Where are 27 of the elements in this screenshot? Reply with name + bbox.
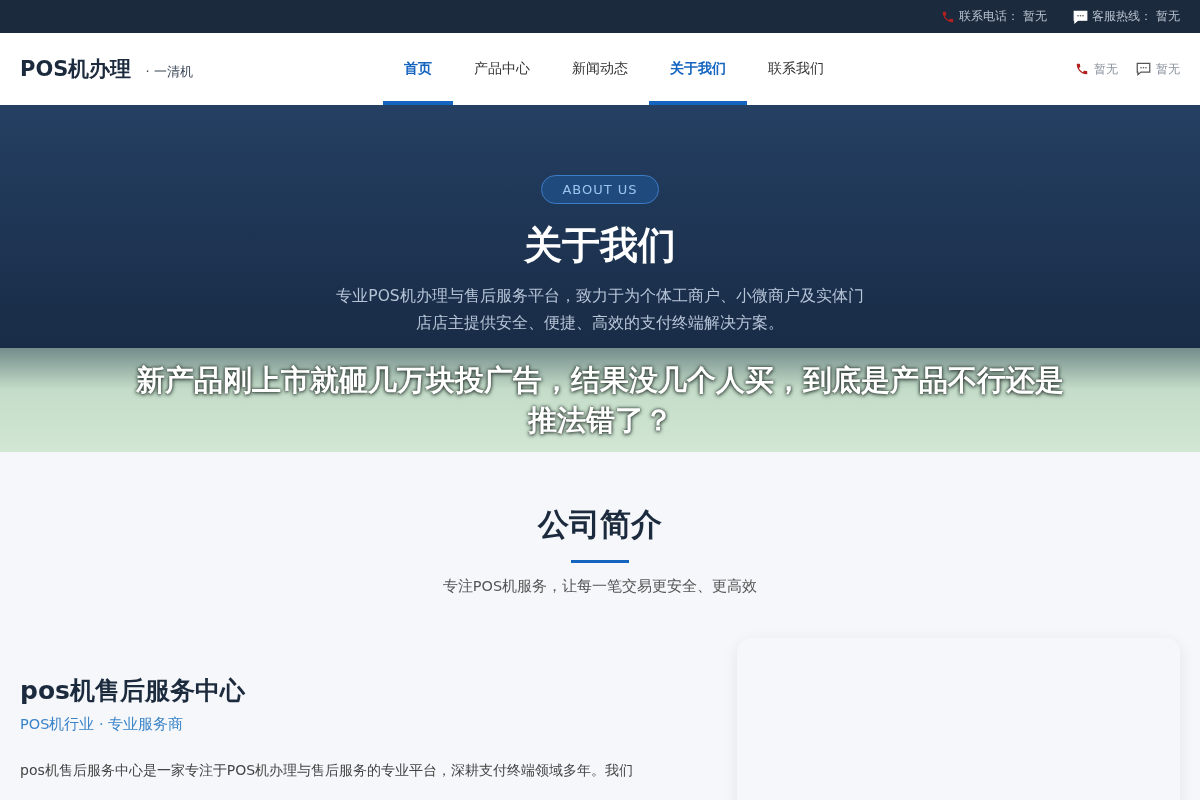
title-underline: [571, 560, 629, 563]
nav-link[interactable]: 产品中心: [452, 33, 551, 105]
phone-icon: [941, 9, 955, 24]
contact-value: 暂无: [1156, 8, 1180, 25]
nav-link[interactable]: 联系我们: [746, 33, 845, 105]
company-description: pos机售后服务中心是一家专注于POS机办理与售后服务的专业平台，深耕支付终端领域多年。我们: [20, 761, 635, 780]
headline-text: 推法错了？: [527, 402, 673, 439]
section-subtitle: 专注POS机服务，让每一笔交易更安全、更高效: [442, 577, 758, 596]
site-logo[interactable]: POS机办理: [20, 55, 132, 83]
contact-label: 客服热线：: [1092, 8, 1152, 25]
chat-icon: [1136, 62, 1151, 76]
company-tag: POS机行业 · 专业服务商: [20, 715, 690, 734]
hero-title: 关于我们: [524, 222, 676, 269]
hero-description: 专业POS机办理与售后服务平台，致力于为个体工商户、小微商户及实体门: [336, 286, 864, 307]
hero-description: 店店主提供安全、便捷、高效的支付终端解决方案。: [416, 313, 784, 334]
headline-text: 新产品刚上市就砸几万块投广告，结果没几个人买，到底是产品不行还是: [136, 362, 1064, 399]
logo-tagline: · 一清机: [145, 63, 193, 81]
contact-value: 暂无: [1094, 60, 1118, 78]
phone-icon: [1075, 62, 1089, 76]
contact-label: 联系电话：: [959, 8, 1019, 25]
contact-value: 暂无: [1156, 60, 1180, 78]
nav-link[interactable]: 新闻动态: [550, 33, 649, 105]
section-badge: ABOUT US: [541, 175, 659, 204]
company-name: pos机售后服务中心: [20, 675, 246, 707]
chat-icon: [1073, 9, 1088, 24]
section-title: 公司简介: [538, 505, 662, 544]
contact-value: 暂无: [1023, 8, 1047, 25]
